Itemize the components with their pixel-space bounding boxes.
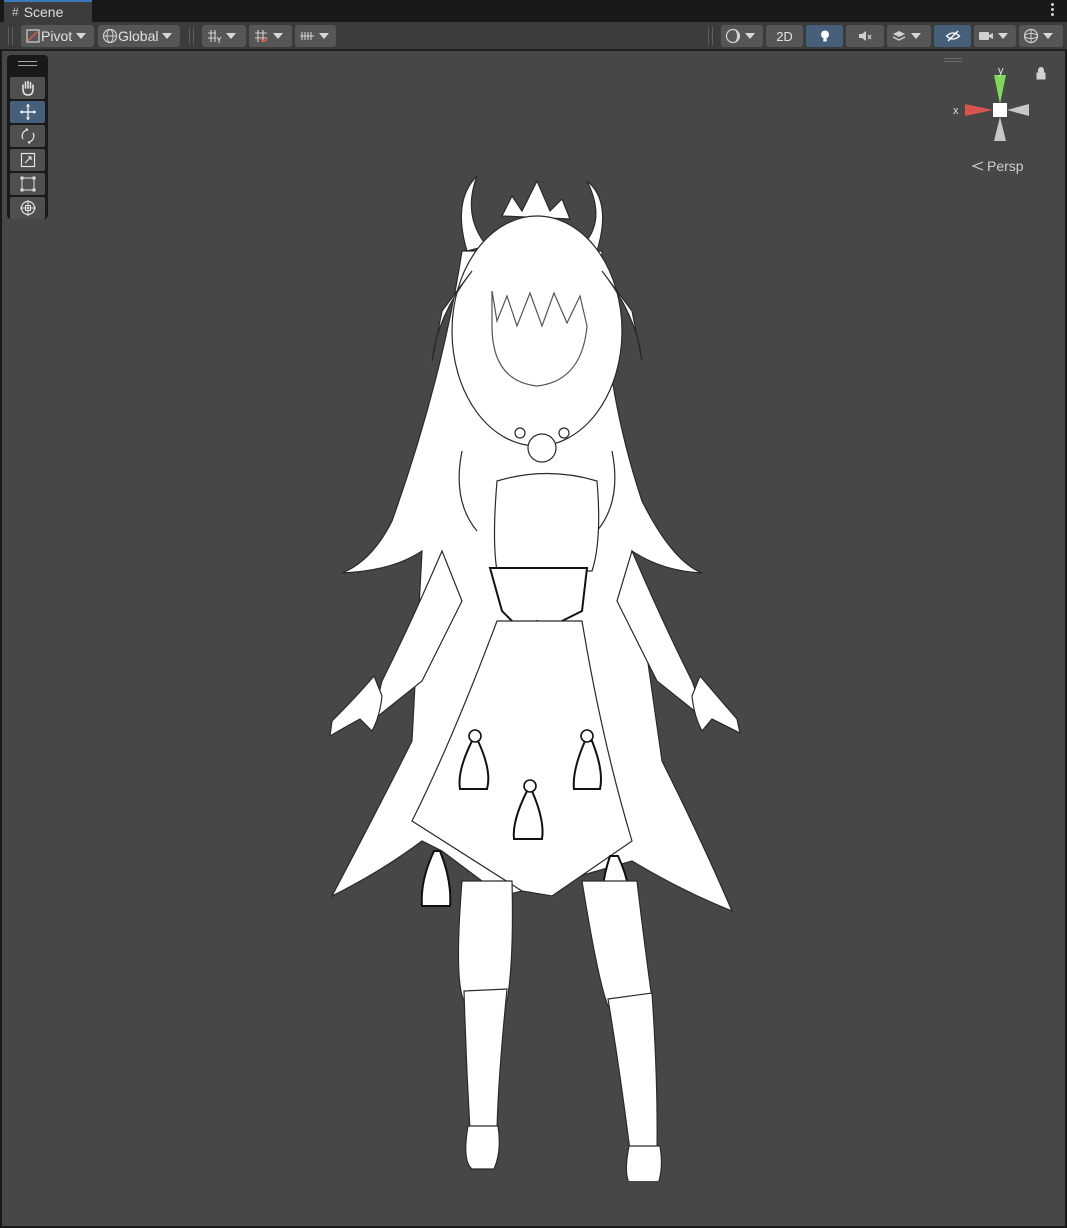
- lock-icon: [1036, 67, 1046, 80]
- neg-x-axis-cone: [1007, 104, 1029, 116]
- 2d-mode-toggle[interactable]: 2D: [766, 25, 803, 47]
- more-options-icon[interactable]: [1051, 3, 1055, 16]
- scene-tab-label: Scene: [23, 4, 64, 20]
- 2d-mode-label: 2D: [776, 28, 793, 44]
- pivot-dropdown[interactable]: Pivot: [21, 25, 94, 47]
- globe-icon: [102, 28, 118, 44]
- shading-sphere-icon: [725, 28, 741, 44]
- global-dropdown[interactable]: Global: [98, 25, 180, 47]
- transform-tool-button[interactable]: [10, 197, 45, 219]
- chevron-down-icon: [911, 33, 921, 39]
- grid-snapping-dropdown[interactable]: [249, 25, 292, 47]
- scene-visibility-toggle[interactable]: [934, 25, 971, 47]
- x-axis-cone: [965, 104, 993, 116]
- chevron-down-icon: [319, 33, 329, 39]
- projection-label: Persp: [987, 158, 1024, 174]
- chevron-down-icon: [745, 33, 755, 39]
- scale-tool-button[interactable]: [10, 149, 45, 171]
- rotate-tool-button[interactable]: [10, 125, 45, 147]
- effects-dropdown[interactable]: [887, 25, 931, 47]
- y-axis-cone: [994, 75, 1006, 104]
- camera-settings-dropdown[interactable]: [974, 25, 1016, 47]
- scene-tab-bar: # Scene: [0, 0, 1067, 22]
- audio-toggle[interactable]: [846, 25, 884, 47]
- tool-panel-handle[interactable]: [18, 61, 37, 66]
- projection-toggle[interactable]: Persp: [972, 158, 1024, 174]
- pivot-label: Pivot: [41, 28, 73, 44]
- global-label: Global: [118, 28, 159, 44]
- scale-icon: [20, 152, 35, 168]
- gizmos-dropdown[interactable]: [1019, 25, 1063, 47]
- perspective-icon: [972, 161, 984, 171]
- scene-toolbar: Pivot Global 2D: [0, 22, 1067, 50]
- hidden-eye-icon: [945, 30, 960, 42]
- chevron-down-icon: [226, 33, 236, 39]
- scene-hash-icon: #: [12, 5, 19, 19]
- draw-mode-dropdown[interactable]: [721, 25, 763, 47]
- increment-snap-dropdown[interactable]: [295, 25, 336, 47]
- lighting-toggle[interactable]: [806, 25, 843, 47]
- toolbar-grip[interactable]: [8, 27, 13, 45]
- layers-effects-icon: [892, 31, 906, 41]
- rect-transform-icon: [20, 176, 35, 192]
- transform-icon: [19, 200, 36, 216]
- rotate-icon: [21, 127, 34, 145]
- chevron-down-icon: [162, 33, 173, 39]
- chevron-down-icon: [998, 33, 1008, 39]
- light-bulb-icon: [820, 30, 829, 42]
- toolbar-grip[interactable]: [708, 27, 713, 45]
- gizmos-sphere-icon: [1023, 28, 1039, 44]
- pivot-icon: [26, 29, 40, 43]
- hand-tool-button[interactable]: [10, 77, 45, 99]
- x-axis-label: x: [953, 105, 959, 117]
- move-tool-button[interactable]: [10, 101, 45, 123]
- center-cube: [993, 103, 1007, 117]
- speaker-muted-icon: [859, 31, 872, 41]
- tool-panel: [7, 55, 48, 219]
- chevron-down-icon: [1043, 33, 1053, 39]
- hand-icon: [21, 80, 34, 96]
- rect-tool-button[interactable]: [10, 173, 45, 195]
- character-model[interactable]: [302, 121, 762, 1181]
- toolbar-grip[interactable]: [189, 27, 194, 45]
- grid-snap-icon: [255, 30, 268, 42]
- chevron-down-icon: [76, 33, 87, 39]
- y-axis-label: y: [998, 65, 1004, 77]
- ruler-icon: [300, 32, 314, 40]
- grid-axis-icon: [208, 30, 222, 43]
- scene-viewport[interactable]: y x Persp: [2, 51, 1065, 1226]
- scene-tab[interactable]: # Scene: [4, 0, 92, 22]
- grid-visibility-dropdown[interactable]: [202, 25, 246, 47]
- chevron-down-icon: [273, 33, 283, 39]
- move-arrows-icon: [19, 104, 36, 120]
- camera-icon: [979, 32, 993, 40]
- neg-y-axis-cone: [994, 117, 1006, 141]
